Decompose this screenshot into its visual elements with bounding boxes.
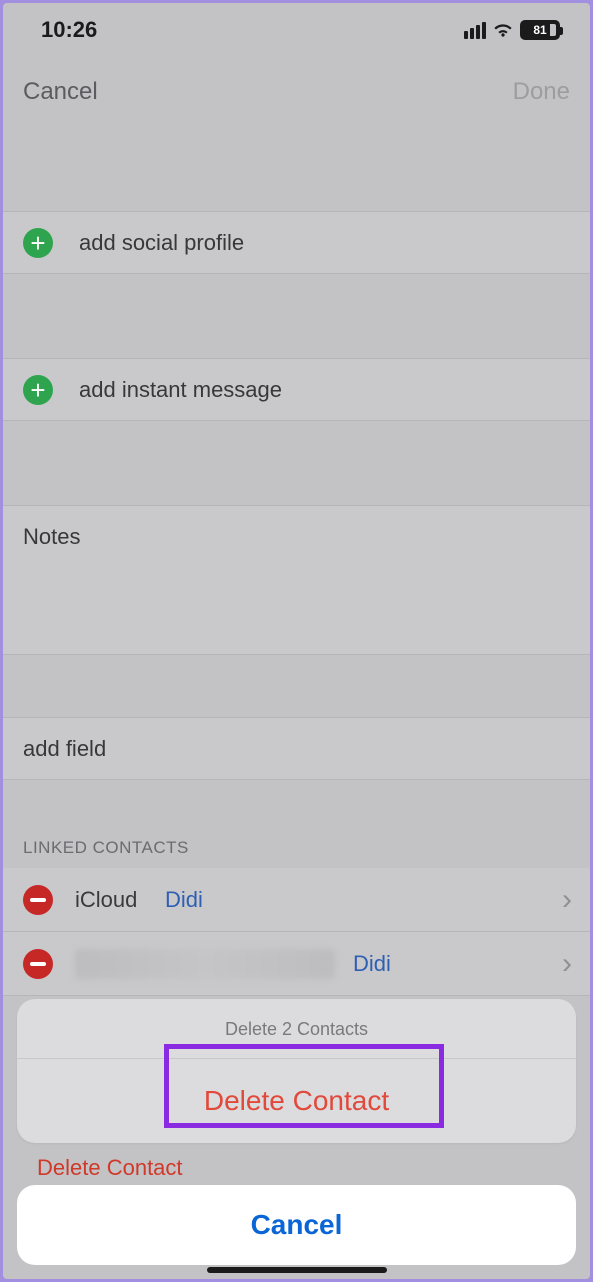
linked-source: iCloud <box>75 887 165 913</box>
row-label: add social profile <box>79 230 244 256</box>
remove-icon[interactable] <box>23 949 53 979</box>
status-time: 10:26 <box>41 17 97 43</box>
linked-contact-row[interactable]: iCloud Didi › <box>3 868 590 932</box>
add-social-profile-row[interactable]: + add social profile <box>3 211 590 274</box>
chevron-right-icon: › <box>562 947 572 981</box>
add-instant-message-row[interactable]: + add instant message <box>3 358 590 421</box>
nav-bar: Cancel Done <box>3 57 590 127</box>
remove-icon[interactable] <box>23 885 53 915</box>
row-label: add instant message <box>79 377 282 403</box>
row-label: add field <box>23 736 106 762</box>
linked-name: Didi <box>353 951 562 977</box>
add-icon: + <box>23 228 53 258</box>
delete-contact-action[interactable]: Delete Contact <box>17 1059 576 1143</box>
home-indicator[interactable] <box>207 1267 387 1273</box>
wifi-icon <box>492 22 514 38</box>
chevron-right-icon: › <box>562 883 572 917</box>
action-sheet: Delete 2 Contacts Delete Contact Delete … <box>17 999 576 1265</box>
add-field-row[interactable]: add field <box>3 717 590 780</box>
linked-name: Didi <box>165 887 562 913</box>
linked-contacts-header: LINKED CONTACTS <box>3 826 590 868</box>
add-icon: + <box>23 375 53 405</box>
battery-icon: 81 <box>520 20 560 40</box>
status-bar: 10:26 81 <box>3 3 590 57</box>
done-button[interactable]: Done <box>513 78 570 106</box>
linked-contact-row[interactable]: Didi › <box>3 932 590 996</box>
cellular-signal-icon <box>464 22 486 39</box>
notes-field[interactable]: Notes <box>3 505 590 655</box>
redacted-source <box>75 949 335 979</box>
notes-label: Notes <box>23 524 80 549</box>
sheet-title: Delete 2 Contacts <box>17 999 576 1059</box>
delete-contact-row-peek: Delete Contact <box>17 1155 576 1185</box>
sheet-cancel-button[interactable]: Cancel <box>17 1185 576 1265</box>
cancel-button[interactable]: Cancel <box>23 78 98 106</box>
